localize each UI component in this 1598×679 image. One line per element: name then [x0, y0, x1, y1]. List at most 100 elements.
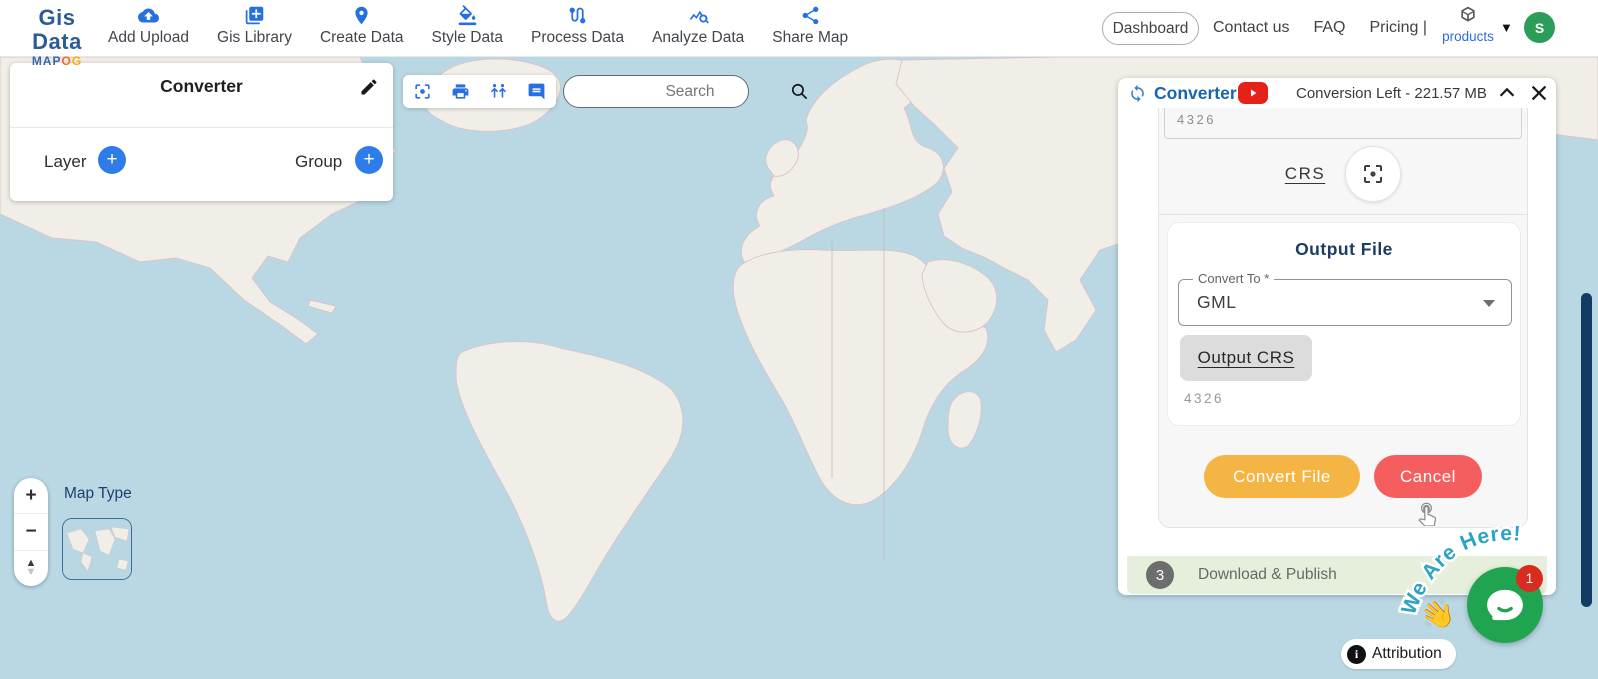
close-panel-button[interactable]	[1528, 82, 1550, 104]
pick-crs-on-map-button[interactable]	[1345, 146, 1401, 202]
contact-us-link[interactable]: Contact us	[1213, 19, 1289, 37]
step-number-badge: 3	[1146, 561, 1174, 589]
crs-row: CRS	[1159, 146, 1527, 202]
cloud-upload-icon	[138, 5, 159, 26]
faq-link[interactable]: FAQ	[1313, 19, 1345, 37]
input-crs-section: 4326 CRS	[1159, 108, 1527, 215]
group-label: Group	[295, 152, 342, 172]
triangle-down-icon: ▼	[26, 568, 37, 577]
dashboard-button[interactable]: Dashboard	[1102, 12, 1199, 45]
conversion-quota-label: Conversion Left - 221.57 MB	[1296, 85, 1487, 102]
convert-to-value: GML	[1197, 292, 1236, 313]
collapse-panel-button[interactable]	[1496, 82, 1518, 104]
sync-icon	[1128, 84, 1147, 103]
convert-file-button[interactable]: Convert File	[1204, 455, 1360, 498]
dropdown-caret-icon	[1483, 300, 1495, 307]
zoom-in-button[interactable]: +	[14, 478, 48, 514]
comment-icon	[527, 82, 546, 101]
layers-panel: Converter Layer + Group +	[10, 63, 393, 201]
converter-actions: Convert File Cancel	[1159, 455, 1527, 498]
print-tool-button[interactable]	[448, 80, 472, 104]
nav-label: Create Data	[320, 29, 404, 47]
center-focus-icon	[1361, 162, 1385, 186]
layers-panel-header: Converter	[10, 63, 393, 128]
converter-form-container: 4326 CRS Output File Convert To * GML Ou…	[1158, 108, 1528, 528]
convert-to-select[interactable]: Convert To * GML	[1178, 279, 1512, 326]
output-crs-link[interactable]: Output CRS	[1180, 335, 1312, 381]
add-layer-button[interactable]: +	[98, 146, 126, 174]
library-add-icon	[244, 5, 265, 26]
nav-item-analyze-data[interactable]: Analyze Data	[648, 5, 748, 47]
nav-label: Gis Library	[217, 29, 292, 47]
converter-panel-title: Converter	[1154, 83, 1237, 104]
layer-label: Layer	[44, 152, 87, 172]
measure-icon	[489, 82, 508, 101]
nav-item-process-data[interactable]: Process Data	[527, 5, 628, 47]
search-input[interactable]	[564, 83, 790, 101]
cancel-button[interactable]: Cancel	[1374, 455, 1482, 498]
analytics-search-icon	[688, 5, 709, 26]
map-search	[563, 75, 749, 108]
brand-name: Gis Data	[14, 6, 100, 54]
search-icon	[790, 82, 809, 101]
page-scrollbar[interactable]	[1581, 293, 1592, 607]
pricing-link[interactable]: Pricing |	[1370, 19, 1428, 37]
input-crs-field[interactable]: 4326	[1164, 108, 1522, 139]
tilt-button[interactable]: ▲ ▼	[14, 551, 48, 586]
printer-icon	[451, 82, 470, 101]
map-toolbar	[403, 75, 556, 108]
paint-bucket-icon	[457, 5, 478, 26]
chat-unread-badge: 1	[1516, 565, 1543, 592]
main-nav: Add Upload Gis Library Create Data Style…	[104, 5, 852, 47]
attribution-button[interactable]: i Attribution	[1341, 639, 1456, 669]
step-label: Download & Publish	[1198, 566, 1337, 584]
top-navbar: Gis Data MAPOG Add Upload Gis Library Cr…	[0, 0, 1598, 57]
products-menu[interactable]: products	[1436, 5, 1500, 44]
layers-panel-actions: Layer + Group +	[10, 128, 393, 200]
youtube-help-button[interactable]	[1238, 82, 1268, 104]
play-icon	[1247, 87, 1259, 99]
nav-item-share-map[interactable]: Share Map	[768, 5, 852, 47]
mini-world-map	[63, 519, 132, 580]
convert-to-label: Convert To *	[1193, 271, 1274, 286]
output-crs-value[interactable]: 4326	[1184, 391, 1224, 406]
plus-icon: +	[106, 149, 117, 171]
zoom-out-button[interactable]: −	[14, 514, 48, 550]
user-avatar[interactable]: S	[1524, 12, 1555, 43]
measure-tool-button[interactable]	[487, 80, 511, 104]
nav-right-links: Contact us FAQ Pricing |	[1213, 12, 1427, 44]
location-pin-icon	[351, 5, 372, 26]
add-group-button[interactable]: +	[355, 146, 383, 174]
brand-subtitle: MAPOG	[14, 54, 100, 68]
nav-label: Add Upload	[108, 29, 189, 47]
nav-item-style-data[interactable]: Style Data	[428, 5, 508, 47]
screenshot-tool-button[interactable]	[410, 80, 434, 104]
comment-tool-button[interactable]	[525, 80, 549, 104]
share-icon	[800, 5, 821, 26]
crs-link[interactable]: CRS	[1285, 164, 1325, 184]
brand-logo[interactable]: Gis Data MAPOG	[14, 6, 100, 68]
plus-icon: +	[25, 485, 36, 507]
map-type-label: Map Type	[64, 485, 132, 503]
close-icon	[1528, 82, 1550, 104]
nav-item-create-data[interactable]: Create Data	[316, 5, 408, 47]
layers-panel-title: Converter	[10, 76, 393, 97]
map-zoom-controls: + − ▲ ▼	[14, 478, 48, 586]
edit-title-button[interactable]	[359, 77, 381, 99]
map-type-thumbnail[interactable]	[62, 518, 132, 580]
nav-label: Share Map	[772, 29, 848, 47]
products-label: products	[1436, 30, 1500, 44]
info-icon: i	[1347, 645, 1366, 664]
nav-item-gis-library[interactable]: Gis Library	[213, 5, 296, 47]
search-submit-button[interactable]	[790, 77, 809, 107]
nav-label: Process Data	[531, 29, 624, 47]
route-icon	[567, 5, 588, 26]
nav-label: Style Data	[432, 29, 504, 47]
center-focus-icon	[413, 82, 432, 101]
chevron-up-icon	[1496, 82, 1518, 104]
nav-item-add-upload[interactable]: Add Upload	[104, 5, 193, 47]
cube-icon	[1458, 5, 1478, 25]
output-crs-link-label: Output CRS	[1198, 348, 1295, 368]
output-file-card: Output File Convert To * GML Output CRS …	[1167, 222, 1521, 426]
chevron-down-icon[interactable]: ▼	[1500, 20, 1513, 35]
